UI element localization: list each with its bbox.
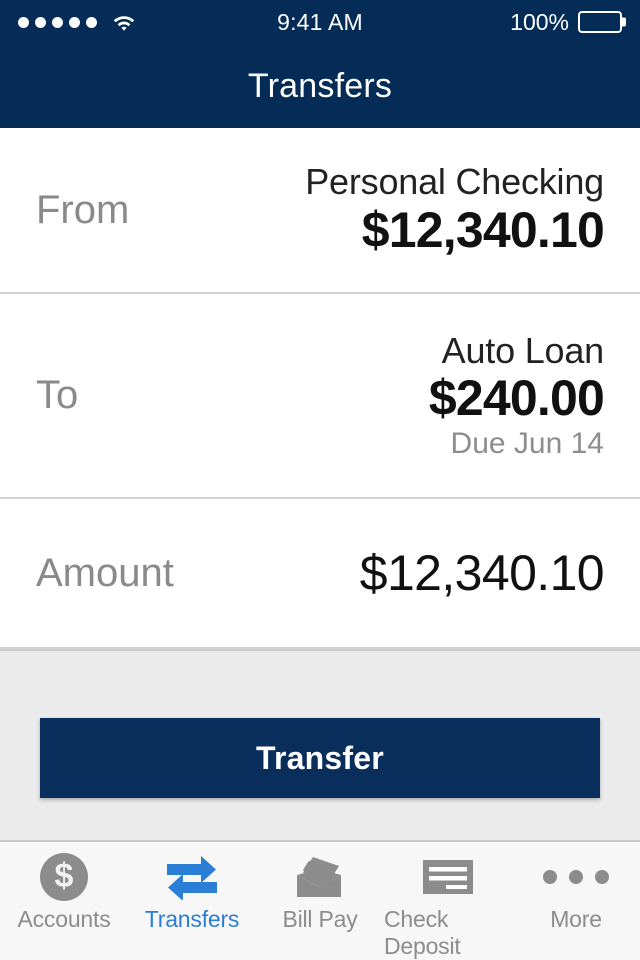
battery-percent-label: 100%: [510, 8, 569, 35]
from-account-name: Personal Checking: [305, 161, 604, 203]
envelope-check-icon: [293, 852, 347, 902]
form-row-from[interactable]: From Personal Checking $12,340.10: [0, 128, 640, 294]
tab-accounts-label: Accounts: [17, 906, 111, 932]
to-value: Auto Loan $240.00 Due Jun 14: [428, 329, 605, 460]
status-bar-time: 9:41 AM: [277, 8, 363, 35]
status-bar-left: [18, 12, 137, 32]
page-title: Transfers: [247, 66, 393, 105]
transfer-form: From Personal Checking $12,340.10 To Aut…: [0, 128, 640, 649]
amount-value: $12,340.10: [359, 544, 605, 601]
tab-accounts[interactable]: $ Accounts: [0, 842, 128, 960]
tab-more-label: More: [550, 906, 602, 932]
amount-label: Amount: [36, 550, 174, 595]
form-row-amount[interactable]: Amount $12,340.10: [0, 499, 640, 649]
signal-dots-icon: [18, 16, 97, 28]
wifi-icon: [113, 16, 135, 31]
app-screen: 9:41 AM 100% Transfers From Personal Che…: [0, 0, 640, 960]
form-row-to[interactable]: To Auto Loan $240.00 Due Jun 14: [0, 294, 640, 499]
tab-check-deposit-label: Check Deposit: [384, 906, 461, 959]
to-account-name: Auto Loan: [441, 329, 605, 371]
action-panel: Transfer: [0, 649, 640, 840]
to-account-amount: $240.00: [428, 369, 605, 426]
check-document-icon: [420, 852, 476, 902]
tab-bill-pay[interactable]: Bill Pay: [256, 842, 384, 960]
bottom-tab-bar: $ Accounts Transfers Bill Pay Check Depo…: [0, 840, 640, 960]
status-bar-right: 100%: [510, 9, 622, 36]
tab-transfers[interactable]: Transfers: [128, 842, 256, 960]
tab-more[interactable]: More: [512, 842, 640, 960]
status-bar: 9:41 AM 100%: [0, 0, 640, 44]
tab-check-deposit[interactable]: Check Deposit: [384, 842, 512, 960]
from-value: Personal Checking $12,340.10: [305, 161, 605, 258]
tab-transfers-label: Transfers: [144, 906, 240, 932]
transfer-button[interactable]: Transfer: [40, 718, 600, 798]
from-account-balance: $12,340.10: [361, 201, 605, 258]
ellipsis-icon: [543, 852, 609, 902]
to-account-due-date: Due Jun 14: [450, 426, 604, 460]
battery-full-icon: [578, 11, 622, 33]
transfer-arrows-icon: [165, 852, 219, 902]
dollar-circle-icon: $: [40, 852, 88, 902]
navigation-bar: Transfers: [0, 44, 640, 128]
from-label: From: [36, 187, 130, 232]
to-label: To: [36, 373, 79, 417]
amount-field-value: $12,340.10: [359, 544, 605, 601]
tab-bill-pay-label: Bill Pay: [282, 906, 358, 932]
